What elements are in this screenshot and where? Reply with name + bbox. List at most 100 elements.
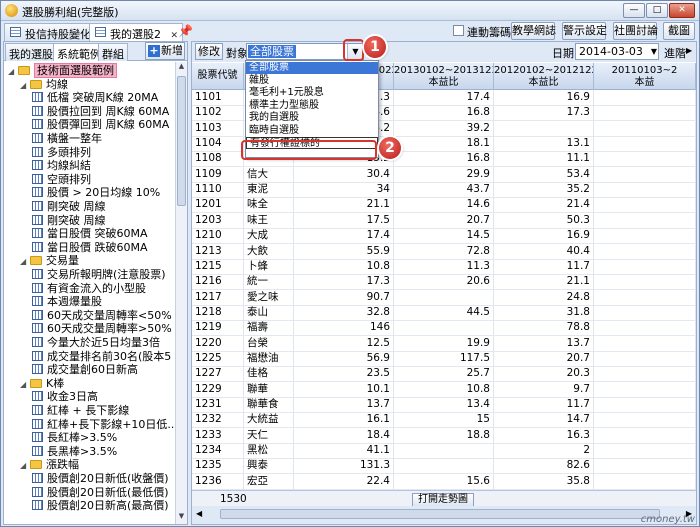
tree-item[interactable]: 剛突破 周線 bbox=[32, 214, 106, 228]
tree-item[interactable]: 股價創20日新高(最高價) bbox=[32, 499, 169, 513]
tree-item[interactable]: 股價彈回到 周K線 60MA bbox=[32, 118, 169, 132]
tree-item[interactable]: 收金3日高 bbox=[32, 390, 98, 404]
table-row[interactable]: 1210 大成 17.4 14.5 16.9 bbox=[192, 228, 696, 245]
tree-item[interactable]: 股價 > 20日均線 10% bbox=[32, 186, 160, 200]
dropdown-option[interactable]: 臨時自選股 bbox=[246, 125, 378, 137]
tree-item[interactable]: 本週爆量股 bbox=[32, 295, 102, 309]
maximize-button[interactable]: □ bbox=[646, 3, 668, 18]
dropdown-option[interactable]: 毫毛利+1元股息 bbox=[246, 87, 378, 99]
tree-item[interactable]: 股價拉回到 周K線 60MA bbox=[32, 105, 169, 119]
advanced-label[interactable]: 進階 bbox=[664, 45, 686, 61]
tree-item[interactable]: 60天成交量周轉率>50% bbox=[32, 322, 172, 336]
table-row[interactable]: 1234 黑松 41.1 2 bbox=[192, 443, 696, 460]
scroll-up-icon[interactable]: ▲ bbox=[176, 62, 187, 74]
table-row[interactable]: 1236 宏亞 22.4 15.6 35.8 bbox=[192, 473, 696, 490]
tree-item[interactable]: 空頭排列 bbox=[32, 173, 91, 187]
scroll-thumb[interactable] bbox=[177, 76, 186, 206]
tab-my-screen-2[interactable]: 我的選股2 ✕ bbox=[89, 23, 184, 42]
tree-item[interactable]: 交易所報明牌(注意股票) bbox=[32, 268, 166, 282]
dropdown-option[interactable]: 我的自選股 bbox=[246, 112, 378, 124]
open-chart-button[interactable]: 打開走勢圖 bbox=[412, 493, 474, 507]
alert-settings-button[interactable]: 警示設定 bbox=[562, 22, 607, 40]
column-header[interactable]: 20120102~20121228 本益比 bbox=[494, 63, 594, 90]
tree-item[interactable]: 紅棒+長下影線+10日低... bbox=[32, 418, 174, 432]
dropdown-option[interactable]: 雜股 bbox=[246, 75, 378, 87]
tree-folder[interactable]: ◢ K棒 bbox=[20, 377, 64, 391]
screenshot-button[interactable]: 截圖 bbox=[663, 22, 695, 40]
expand-toggle-icon[interactable]: ◢ bbox=[20, 378, 28, 392]
expand-toggle-icon[interactable]: ◢ bbox=[8, 65, 16, 79]
tree-item[interactable]: 長黑棒>3.5% bbox=[32, 445, 117, 459]
table-row[interactable]: 1227 佳格 23.5 25.7 20.3 bbox=[192, 366, 696, 383]
chevron-right-icon[interactable]: ▶ bbox=[686, 46, 692, 55]
tree-item[interactable]: 今量大於近5日均量3倍 bbox=[32, 336, 160, 350]
column-header[interactable]: 20130102~20131231 本益比 bbox=[394, 63, 494, 90]
horizontal-scrollbar[interactable]: ◀ ▶ bbox=[192, 506, 696, 524]
tree-item[interactable]: 60天成交量周轉率<50% bbox=[32, 309, 172, 323]
tree-item[interactable]: 股價創20日新低(收盤價) bbox=[32, 472, 169, 486]
expand-toggle-icon[interactable]: ◢ bbox=[20, 79, 28, 93]
minimize-button[interactable]: — bbox=[623, 3, 645, 18]
table-row[interactable]: 1233 天仁 18.4 18.8 16.3 bbox=[192, 427, 696, 444]
tab-institutional-holdings[interactable]: 投信持股變化 bbox=[4, 23, 96, 41]
tree-item[interactable]: 橫盤一整年 bbox=[32, 132, 102, 146]
modify-button[interactable]: 修改 bbox=[195, 43, 223, 60]
expand-toggle-icon[interactable]: ◢ bbox=[20, 459, 28, 473]
table-row[interactable]: 1201 味全 21.1 14.6 21.4 bbox=[192, 197, 696, 214]
table-row[interactable]: 1220 台榮 12.5 19.9 13.7 bbox=[192, 335, 696, 352]
community-button[interactable]: 社團討論 bbox=[613, 22, 658, 40]
table-row[interactable]: 1218 泰山 32.8 44.5 31.8 bbox=[192, 304, 696, 321]
tree-item[interactable]: 股價創20日新低(最低價) bbox=[32, 486, 169, 500]
table-row[interactable]: 1231 聯華食 13.7 13.4 11.7 bbox=[192, 397, 696, 413]
scroll-down-icon[interactable]: ▼ bbox=[176, 512, 187, 524]
sync-checkbox[interactable] bbox=[453, 25, 464, 36]
tree-folder[interactable]: ◢ 技術面選股範例 bbox=[8, 63, 117, 79]
tree-folder[interactable]: ◢ 交易量 bbox=[20, 254, 79, 268]
tree-item[interactable]: 長紅棒>3.5% bbox=[32, 431, 117, 445]
tab-groups[interactable]: 群組 bbox=[98, 43, 128, 61]
tree-item[interactable]: 低檔 突破周K線 20MA bbox=[32, 91, 158, 105]
tree-item[interactable]: 有資金流入的小型股 bbox=[32, 282, 146, 296]
table-row[interactable]: 1110 東泥 34 43.7 35.2 bbox=[192, 182, 696, 199]
table-row[interactable]: 1229 聯華 10.1 10.8 9.7 bbox=[192, 381, 696, 398]
grid-icon bbox=[32, 146, 43, 157]
table-row[interactable]: 1109 信大 30.4 29.9 53.4 bbox=[192, 166, 696, 183]
filter-bar: 修改 對象 全部股票 ▼ 日期 2014-03-03 ▼ 進階 ▶ bbox=[192, 42, 696, 62]
close-button[interactable]: ✕ bbox=[669, 3, 695, 18]
new-button[interactable]: + 新增 bbox=[145, 42, 185, 60]
table-row[interactable]: 1217 愛之味 90.7 24.8 bbox=[192, 289, 696, 306]
sidebar-scrollbar[interactable]: ▲ ▼ bbox=[175, 62, 187, 524]
column-header[interactable]: 股票代號 bbox=[192, 63, 244, 90]
tutorial-blog-button[interactable]: 教學網誌 bbox=[511, 22, 556, 40]
tree-item[interactable]: 成交量創60日新高 bbox=[32, 363, 138, 377]
dropdown-option[interactable]: 全部股票 bbox=[246, 62, 378, 74]
table-row[interactable]: 1225 福懋油 56.9 117.5 20.7 bbox=[192, 350, 696, 367]
tree-item[interactable]: 均線糾結 bbox=[32, 159, 91, 173]
tree-folder[interactable]: ◢ 漲跌幅 bbox=[20, 458, 79, 472]
chevron-down-icon[interactable]: ▼ bbox=[651, 44, 657, 59]
table-row[interactable]: 1203 味王 17.5 20.7 50.3 bbox=[192, 212, 696, 229]
stock-name-cell: 台榮 bbox=[244, 335, 294, 351]
expand-toggle-icon[interactable]: ◢ bbox=[20, 255, 28, 269]
dropdown-option[interactable]: 標準主力型態股 bbox=[246, 100, 378, 112]
tree-folder[interactable]: ◢ 均線 bbox=[20, 78, 68, 92]
table-row[interactable]: 1235 興泰 131.3 82.6 bbox=[192, 458, 696, 475]
tree-item[interactable]: 當日股價 突破60MA bbox=[32, 227, 148, 241]
tree-item[interactable]: 成交量排名前30名(股本5 bbox=[32, 350, 171, 364]
table-row[interactable]: 1215 卜蜂 10.8 11.3 11.7 bbox=[192, 258, 696, 275]
scroll-left-icon[interactable]: ◀ bbox=[196, 509, 202, 518]
tree-item[interactable]: 剛突破 周線 bbox=[32, 200, 106, 214]
column-header[interactable]: 20110103~2 本益 bbox=[594, 63, 696, 90]
tree-item[interactable]: 多頭排列 bbox=[32, 146, 91, 160]
table-row[interactable]: 1219 福壽 146 78.8 bbox=[192, 320, 696, 337]
tab-my-screens[interactable]: 我的選股 bbox=[5, 43, 57, 61]
pin-icon[interactable]: 📌 bbox=[178, 24, 193, 38]
tree-item[interactable]: 紅棒 + 長下影線 bbox=[32, 404, 129, 418]
table-row[interactable]: 1213 大飲 55.9 72.8 40.4 bbox=[192, 243, 696, 260]
date-picker[interactable]: 2014-03-03 ▼ bbox=[575, 43, 659, 60]
tree-item[interactable]: 當日股價 跌破60MA bbox=[32, 241, 148, 255]
horizontal-scroll-thumb[interactable] bbox=[220, 509, 660, 519]
close-tab-icon[interactable]: ✕ bbox=[171, 31, 179, 41]
table-row[interactable]: 1232 大統益 16.1 15 14.7 bbox=[192, 412, 696, 429]
table-row[interactable]: 1216 統一 17.3 20.6 21.1 bbox=[192, 274, 696, 291]
